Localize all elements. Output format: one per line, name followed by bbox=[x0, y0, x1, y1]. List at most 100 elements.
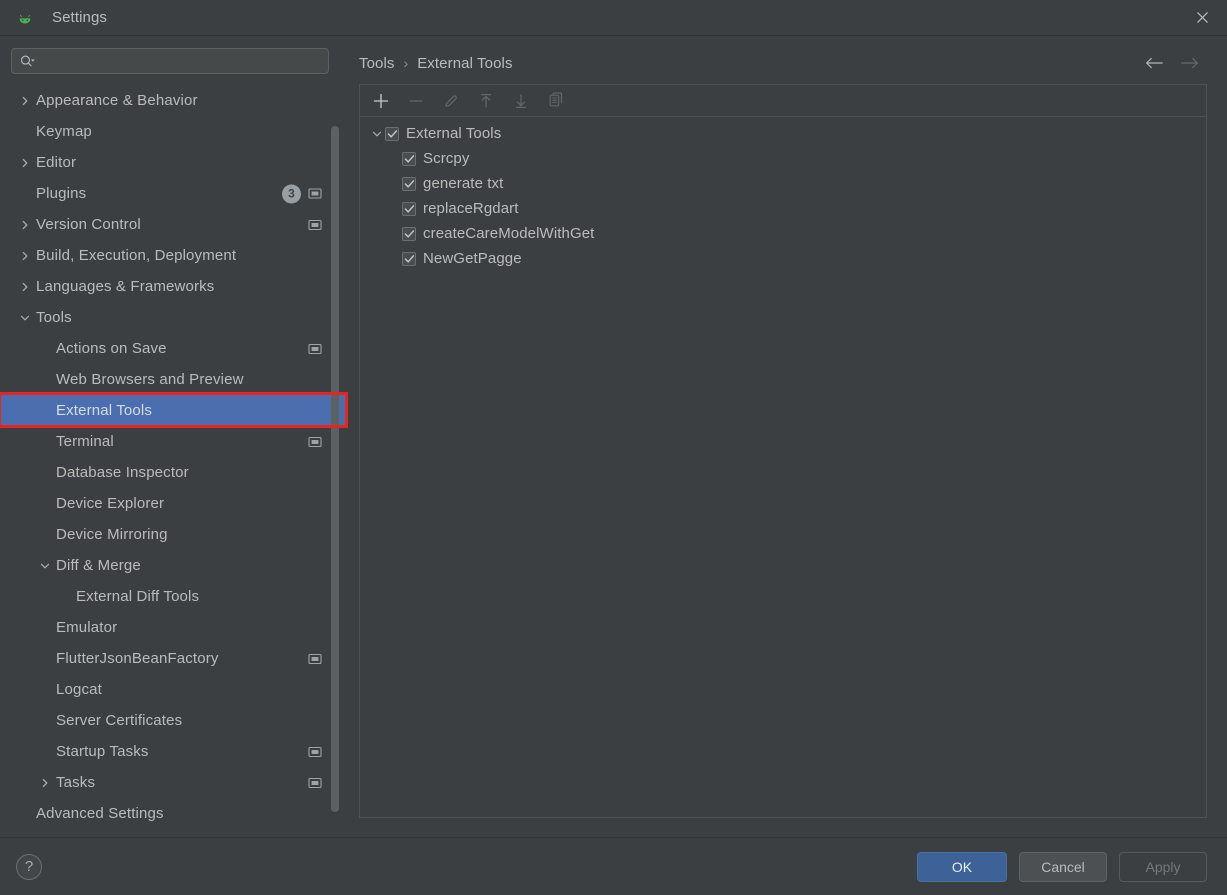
search-input[interactable] bbox=[41, 53, 321, 69]
sidebar-item-tasks[interactable]: Tasks bbox=[0, 767, 345, 798]
project-scope-icon bbox=[308, 343, 322, 354]
arrow-left-icon bbox=[1146, 57, 1163, 69]
navigation-arrows bbox=[1143, 52, 1207, 74]
sidebar-item-build-execution-deployment[interactable]: Build, Execution, Deployment bbox=[0, 240, 345, 271]
tool-label: createCareModelWithGet bbox=[423, 225, 595, 242]
sidebar-item-actions-on-save[interactable]: Actions on Save bbox=[0, 333, 345, 364]
sidebar-item-external-tools[interactable]: External Tools bbox=[0, 395, 345, 426]
tool-checkbox[interactable] bbox=[402, 226, 416, 241]
settings-dialog: Settings Appearance & Behavior Keymap Edi bbox=[0, 0, 1227, 895]
breadcrumb-parent[interactable]: Tools bbox=[359, 55, 395, 72]
sidebar-item-advanced-settings[interactable]: Advanced Settings bbox=[0, 798, 345, 829]
chevron-right-icon[interactable] bbox=[17, 155, 33, 171]
chevron-down-icon[interactable] bbox=[17, 310, 33, 326]
copy-button[interactable] bbox=[544, 89, 568, 113]
project-scope-indicator bbox=[308, 343, 322, 355]
sidebar-item-indicators bbox=[308, 746, 322, 758]
apply-button[interactable]: Apply bbox=[1119, 851, 1207, 882]
external-tools-panel: External Tools Scrcpy generate txt replaceR… bbox=[359, 84, 1207, 818]
sidebar-item-flutterjsonbeanfactory[interactable]: FlutterJsonBeanFactory bbox=[0, 643, 345, 674]
tool-checkbox[interactable] bbox=[402, 201, 416, 216]
sidebar-item-label: Advanced Settings bbox=[36, 805, 164, 822]
sidebar-item-device-mirroring[interactable]: Device Mirroring bbox=[0, 519, 345, 550]
tools-tree-item[interactable]: NewGetPagge bbox=[360, 246, 1206, 271]
sidebar-item-languages-frameworks[interactable]: Languages & Frameworks bbox=[0, 271, 345, 302]
tools-tree: External Tools Scrcpy generate txt replaceR… bbox=[360, 117, 1206, 817]
sidebar-item-startup-tasks[interactable]: Startup Tasks bbox=[0, 736, 345, 767]
breadcrumb-separator: › bbox=[403, 55, 409, 71]
remove-button[interactable] bbox=[404, 89, 428, 113]
tools-tree-item[interactable]: replaceRgdart bbox=[360, 196, 1206, 221]
sidebar-item-indicators bbox=[308, 653, 322, 665]
project-scope-icon bbox=[308, 746, 322, 757]
arrow-up-icon bbox=[480, 93, 492, 108]
sidebar-scrollbar[interactable] bbox=[331, 126, 339, 812]
tool-checkbox[interactable] bbox=[402, 176, 416, 191]
checkmark-icon bbox=[404, 179, 414, 188]
sidebar-item-logcat[interactable]: Logcat bbox=[0, 674, 345, 705]
sidebar-item-terminal[interactable]: Terminal bbox=[0, 426, 345, 457]
tools-tree-item[interactable]: Scrcpy bbox=[360, 146, 1206, 171]
tool-checkbox[interactable] bbox=[402, 251, 416, 266]
forward-button[interactable] bbox=[1179, 52, 1201, 74]
cancel-button[interactable]: Cancel bbox=[1019, 851, 1107, 882]
sidebar-item-tools[interactable]: Tools bbox=[0, 302, 345, 333]
sidebar-item-label: Build, Execution, Deployment bbox=[36, 247, 237, 264]
chevron-right-icon[interactable] bbox=[17, 217, 33, 233]
ok-button[interactable]: OK bbox=[917, 851, 1007, 882]
chevron-right-icon[interactable] bbox=[17, 279, 33, 295]
sidebar-item-device-explorer[interactable]: Device Explorer bbox=[0, 488, 345, 519]
sidebar-item-label: Version Control bbox=[36, 216, 141, 233]
sidebar-item-plugins[interactable]: Plugins 3 bbox=[0, 178, 345, 209]
tool-checkbox[interactable] bbox=[402, 151, 416, 166]
tools-tree-item[interactable]: generate txt bbox=[360, 171, 1206, 196]
checkmark-icon bbox=[404, 254, 414, 263]
chevron-down-icon[interactable] bbox=[37, 558, 53, 574]
sidebar-item-database-inspector[interactable]: Database Inspector bbox=[0, 457, 345, 488]
sidebar-item-appearance-behavior[interactable]: Appearance & Behavior bbox=[0, 85, 345, 116]
sidebar-item-label: Languages & Frameworks bbox=[36, 278, 215, 295]
close-button[interactable] bbox=[1187, 3, 1217, 33]
sidebar-item-indicators bbox=[308, 777, 322, 789]
sidebar-item-web-browsers-and-preview[interactable]: Web Browsers and Preview bbox=[0, 364, 345, 395]
sidebar-item-label: Diff & Merge bbox=[56, 557, 141, 574]
back-button[interactable] bbox=[1143, 52, 1165, 74]
tools-tree-root[interactable]: External Tools bbox=[360, 121, 1206, 146]
sidebar-item-emulator[interactable]: Emulator bbox=[0, 612, 345, 643]
move-up-button[interactable] bbox=[474, 89, 498, 113]
tools-tree-item[interactable]: createCareModelWithGet bbox=[360, 221, 1206, 246]
project-scope-icon bbox=[308, 188, 322, 199]
chevron-down-icon bbox=[40, 563, 50, 568]
sidebar-item-label: Editor bbox=[36, 154, 77, 171]
sidebar-item-label: External Tools bbox=[56, 402, 153, 419]
breadcrumb-current: External Tools bbox=[417, 54, 513, 72]
sidebar-item-diff-merge[interactable]: Diff & Merge bbox=[0, 550, 345, 581]
project-scope-indicator bbox=[308, 188, 322, 200]
tool-label: Scrcpy bbox=[423, 150, 470, 167]
sidebar-item-label: Plugins bbox=[36, 185, 87, 202]
sidebar-item-external-diff-tools[interactable]: External Diff Tools bbox=[0, 581, 345, 612]
checkmark-icon bbox=[404, 229, 414, 238]
sidebar-item-editor[interactable]: Editor bbox=[0, 147, 345, 178]
search-area bbox=[0, 36, 345, 84]
chevron-right-icon[interactable] bbox=[17, 248, 33, 264]
chevron-down-icon[interactable] bbox=[368, 128, 385, 140]
sidebar-item-label: Database Inspector bbox=[56, 464, 189, 481]
chevron-right-icon[interactable] bbox=[37, 775, 53, 791]
root-checkbox[interactable] bbox=[385, 126, 399, 141]
sidebar-item-server-certificates[interactable]: Server Certificates bbox=[0, 705, 345, 736]
edit-button[interactable] bbox=[439, 89, 463, 113]
add-button[interactable] bbox=[369, 89, 393, 113]
help-button[interactable]: ? bbox=[16, 853, 42, 880]
chevron-right-icon bbox=[22, 96, 28, 105]
chevron-down-icon bbox=[20, 315, 30, 320]
search-box[interactable] bbox=[11, 48, 329, 74]
move-down-button[interactable] bbox=[509, 89, 533, 113]
sidebar-item-keymap[interactable]: Keymap bbox=[0, 116, 345, 147]
sidebar-item-version-control[interactable]: Version Control bbox=[0, 209, 345, 240]
chevron-right-icon bbox=[22, 158, 28, 167]
checkmark-icon bbox=[404, 204, 414, 213]
settings-sidebar: Appearance & Behavior Keymap Editor Plugins… bbox=[0, 36, 345, 837]
project-scope-icon bbox=[308, 653, 322, 664]
chevron-right-icon[interactable] bbox=[17, 93, 33, 109]
